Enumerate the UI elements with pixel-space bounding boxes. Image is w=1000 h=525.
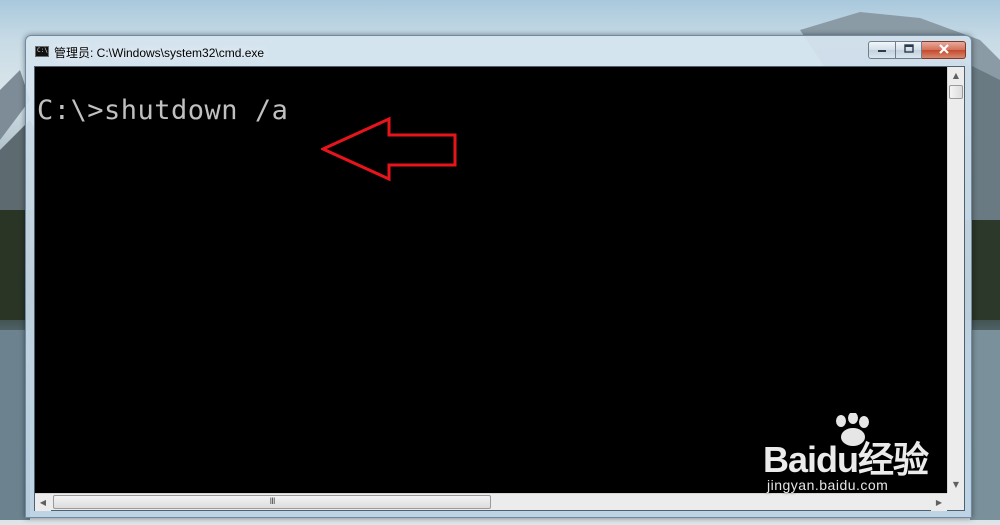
red-arrow-annotation: [321, 116, 457, 182]
window-title: 管理员: C:\Windows\system32\cmd.exe: [54, 46, 265, 60]
maximize-button[interactable]: [896, 41, 922, 59]
scroll-up-arrow-icon[interactable]: ▲: [948, 67, 964, 84]
horizontal-scroll-thumb[interactable]: III: [53, 495, 491, 509]
close-button[interactable]: [922, 41, 966, 59]
scroll-right-arrow-icon[interactable]: ▶: [931, 494, 947, 511]
minimize-button[interactable]: [868, 41, 896, 59]
scroll-left-arrow-icon[interactable]: ◀: [35, 494, 51, 511]
maximize-icon: [903, 44, 914, 56]
command-line: C:\>shutdown /a: [37, 95, 289, 126]
console-output[interactable]: C:\>shutdown /a ▲ ▼ ◀ III ▶: [34, 66, 965, 511]
caption-buttons: [868, 41, 966, 60]
cmd-window: C:\ 管理员: C:\Windows\system32\cmd.exe C:\…: [25, 35, 972, 518]
cmd-icon[interactable]: C:\: [35, 46, 49, 57]
vertical-scrollbar[interactable]: ▲ ▼: [947, 67, 964, 493]
horizontal-scrollbar[interactable]: ◀ III ▶: [35, 493, 947, 511]
scroll-grip: III: [269, 497, 276, 507]
close-icon: [938, 43, 950, 57]
title-bar[interactable]: C:\ 管理员: C:\Windows\system32\cmd.exe: [26, 36, 971, 66]
minimize-icon: [877, 45, 887, 56]
vertical-scroll-thumb[interactable]: [949, 85, 963, 99]
scrollbar-corner: [947, 493, 964, 510]
scroll-down-arrow-icon[interactable]: ▼: [948, 476, 964, 493]
